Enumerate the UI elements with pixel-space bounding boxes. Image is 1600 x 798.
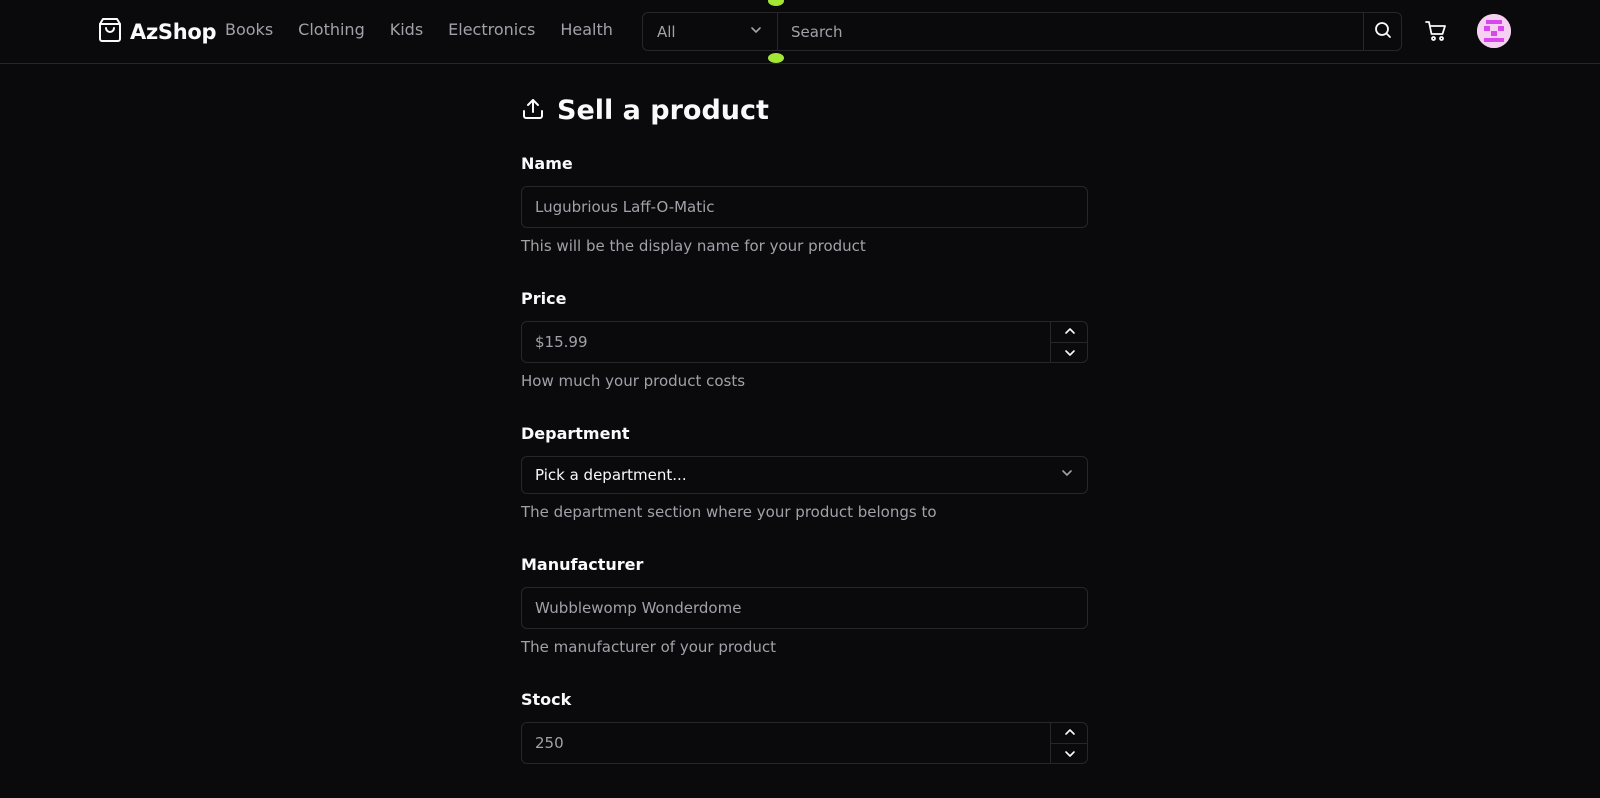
stock-increment-button[interactable]	[1051, 722, 1088, 744]
resize-handle-top[interactable]	[768, 0, 784, 6]
stock-number-input	[521, 722, 1088, 764]
nav-link-health[interactable]: Health	[560, 20, 613, 39]
department-select[interactable]: Pick a department...	[521, 456, 1088, 494]
brand-logo[interactable]: AzShop	[98, 17, 217, 47]
manufacturer-input[interactable]	[521, 587, 1088, 629]
price-field: Price How much your product costs	[521, 289, 1089, 390]
sell-product-form: Sell a product Name This will be the dis…	[521, 95, 1089, 798]
department-help-text: The department section where your produc…	[521, 503, 937, 521]
department-select-value: Pick a department...	[535, 466, 687, 484]
chevron-up-icon	[1064, 328, 1075, 335]
stock-decrement-button[interactable]	[1051, 744, 1088, 765]
search-department-value: All	[657, 22, 676, 41]
manufacturer-help-text: The manufacturer of your product	[521, 638, 777, 656]
nav-link-clothing[interactable]: Clothing	[298, 20, 365, 39]
price-increment-button[interactable]	[1051, 321, 1088, 343]
chevron-down-icon	[1064, 349, 1075, 356]
stock-stepper	[1050, 722, 1088, 764]
department-label: Department	[521, 424, 630, 443]
stock-input[interactable]	[521, 722, 1088, 764]
cart-icon	[1425, 21, 1447, 46]
name-help-text: This will be the display name for your p…	[521, 237, 866, 255]
top-navbar: AzShop Books Clothing Kids Electronics H…	[0, 0, 1600, 64]
chevron-down-icon	[1060, 466, 1074, 484]
brand-name: AzShop	[130, 20, 217, 44]
chevron-down-icon	[1064, 750, 1075, 757]
name-label: Name	[521, 154, 573, 173]
category-nav: Books Clothing Kids Electronics Health	[225, 20, 638, 39]
upload-icon	[521, 97, 545, 125]
stock-label: Stock	[521, 690, 572, 709]
name-field: Name This will be the display name for y…	[521, 154, 1089, 255]
search-button[interactable]	[1363, 13, 1401, 50]
search-input[interactable]	[778, 13, 1363, 50]
manufacturer-label: Manufacturer	[521, 555, 644, 574]
name-input[interactable]	[521, 186, 1088, 228]
nav-link-electronics[interactable]: Electronics	[448, 20, 535, 39]
price-stepper	[1050, 321, 1088, 363]
price-help-text: How much your product costs	[521, 372, 746, 390]
manufacturer-field: Manufacturer The manufacturer of your pr…	[521, 555, 1089, 656]
avatar-pattern-icon	[1477, 14, 1511, 48]
nav-link-kids[interactable]: Kids	[390, 20, 423, 39]
stock-field: Stock	[521, 690, 1089, 764]
nav-link-books[interactable]: Books	[225, 20, 273, 39]
form-header: Sell a product	[521, 95, 1089, 126]
chevron-up-icon	[1064, 729, 1075, 736]
search-department-select[interactable]: All	[643, 13, 778, 50]
page-title: Sell a product	[557, 95, 769, 126]
chevron-down-icon	[749, 23, 763, 41]
price-decrement-button[interactable]	[1051, 343, 1088, 364]
department-field: Department Pick a department... The depa…	[521, 424, 1089, 521]
price-number-input	[521, 321, 1088, 363]
search-bar: All	[642, 12, 1402, 51]
resize-handle-bottom[interactable]	[768, 53, 784, 63]
shopping-bag-icon	[98, 17, 122, 47]
price-label: Price	[521, 289, 567, 308]
price-input[interactable]	[521, 321, 1088, 363]
user-avatar[interactable]	[1477, 14, 1511, 48]
search-icon	[1374, 21, 1392, 43]
cart-button[interactable]	[1425, 20, 1447, 46]
